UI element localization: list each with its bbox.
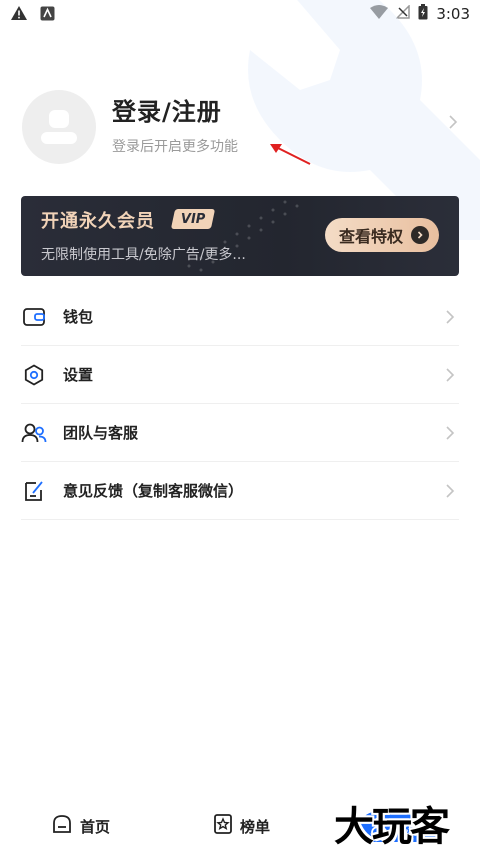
menu-label-wallet: 钱包 bbox=[63, 308, 94, 326]
ranking-icon bbox=[214, 814, 232, 838]
feedback-icon bbox=[21, 478, 47, 504]
menu-item-settings[interactable]: 设置 bbox=[21, 346, 459, 404]
settings-menu: 钱包 设置 团队与客服 意见反馈（复制客服微信） bbox=[21, 288, 459, 520]
vip-banner[interactable]: 开通永久会员 VIP 无限制使用工具/免除广告/更多... 查看特权 bbox=[21, 196, 459, 276]
warning-icon bbox=[10, 5, 28, 25]
login-subtitle: 登录后开启更多功能 bbox=[112, 139, 238, 155]
menu-item-team-support[interactable]: 团队与客服 bbox=[21, 404, 459, 462]
chevron-right-circle-icon bbox=[411, 226, 429, 244]
status-left bbox=[10, 5, 55, 25]
login-title[interactable]: 登录/注册 bbox=[112, 92, 222, 127]
menu-label-feedback: 意见反馈（复制客服微信） bbox=[63, 482, 244, 500]
view-privileges-button[interactable]: 查看特权 bbox=[325, 218, 439, 252]
nav-rank[interactable]: 榜单 bbox=[214, 814, 270, 838]
profile-header[interactable]: 登录/注册 登录后开启更多功能 bbox=[22, 86, 462, 170]
chevron-right-icon[interactable] bbox=[448, 114, 458, 134]
team-icon bbox=[21, 420, 47, 446]
nav-home[interactable]: 首页 bbox=[52, 814, 110, 838]
wallet-icon bbox=[21, 304, 47, 330]
chevron-right-icon bbox=[445, 367, 455, 387]
nav-home-label: 首页 bbox=[80, 817, 111, 836]
red-arrow-annotation-icon bbox=[270, 144, 311, 165]
nav-rank-label: 榜单 bbox=[240, 817, 271, 836]
menu-label-settings: 设置 bbox=[63, 366, 94, 384]
settings-icon bbox=[21, 362, 47, 388]
avatar[interactable] bbox=[22, 90, 96, 164]
site-watermark: 大玩客 bbox=[334, 803, 450, 850]
vip-badge-label: VIP bbox=[180, 211, 206, 227]
menu-item-feedback[interactable]: 意见反馈（复制客服微信） bbox=[21, 462, 459, 520]
chevron-right-icon bbox=[445, 425, 455, 445]
vip-description: 无限制使用工具/免除广告/更多... bbox=[41, 247, 246, 263]
home-icon bbox=[52, 814, 72, 838]
menu-label-team-support: 团队与客服 bbox=[63, 424, 139, 442]
vip-badge: VIP bbox=[170, 209, 216, 229]
default-user-icon bbox=[41, 110, 77, 144]
chevron-right-icon bbox=[445, 483, 455, 503]
app-notification-icon bbox=[40, 6, 55, 25]
view-privileges-label: 查看特权 bbox=[339, 227, 404, 246]
vip-pattern-icon bbox=[187, 200, 299, 272]
chevron-right-icon bbox=[445, 309, 455, 329]
menu-item-wallet[interactable]: 钱包 bbox=[21, 288, 459, 346]
vip-title: 开通永久会员 bbox=[41, 211, 155, 232]
